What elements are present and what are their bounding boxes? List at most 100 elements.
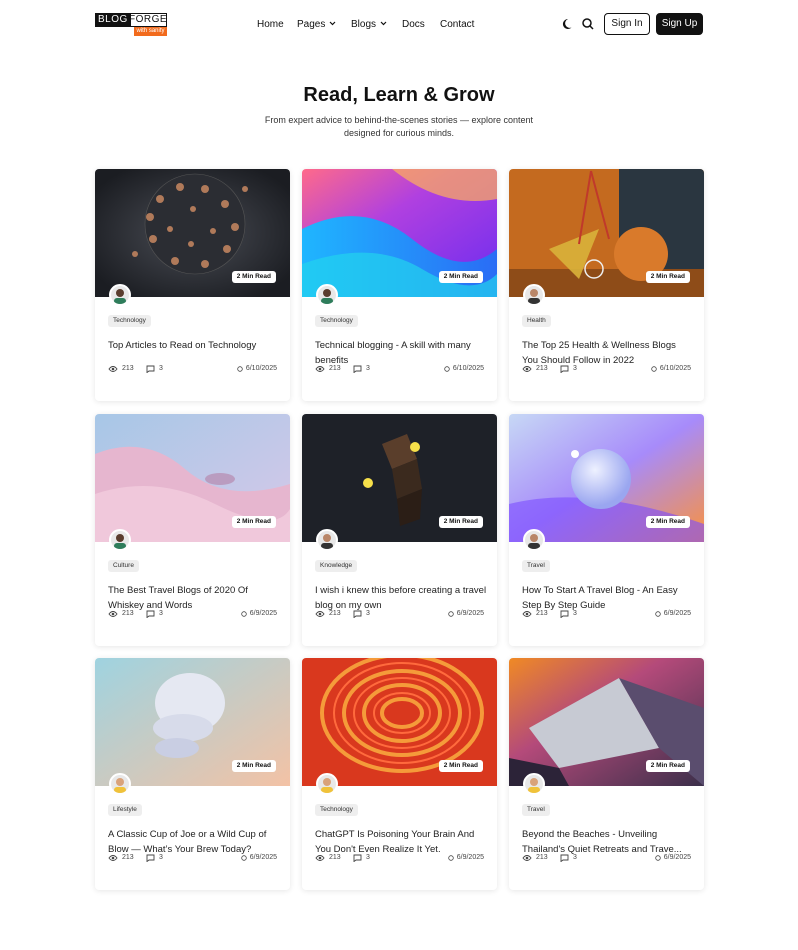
comment-icon: [353, 854, 362, 862]
blog-card[interactable]: 2 Min Read Technology ChatGPT Is Poisoni…: [302, 658, 497, 890]
chevron-down-icon: [329, 18, 336, 32]
clock-icon: [655, 611, 661, 617]
comment-count: 3: [159, 365, 163, 372]
card-meta: 213 3 6/9/2025: [522, 609, 691, 619]
category-tag[interactable]: Travel: [522, 804, 550, 816]
clock-icon: [655, 855, 661, 861]
blog-card[interactable]: 2 Min Read Technology Top Articles to Re…: [95, 169, 290, 401]
comment-icon: [560, 365, 569, 373]
comment-count: 3: [159, 854, 163, 861]
publish-date: 6/9/2025: [456, 854, 484, 861]
read-time-badge: 2 Min Read: [438, 760, 483, 772]
author-avatar: [316, 284, 338, 306]
nav-item-contact[interactable]: Contact: [440, 18, 474, 32]
view-count: 213: [329, 365, 341, 372]
category-tag[interactable]: Technology: [315, 315, 358, 327]
card-meta: 213 3 6/9/2025: [108, 853, 277, 863]
nav-item-label: Contact: [440, 19, 475, 30]
view-count: 213: [122, 365, 134, 372]
clock-icon: [651, 366, 657, 372]
card-meta: 213 3 6/10/2025: [522, 364, 691, 374]
search-icon[interactable]: [581, 17, 595, 31]
read-time-badge: 2 Min Read: [645, 760, 690, 772]
read-time-badge: 2 Min Read: [231, 760, 276, 772]
category-tag[interactable]: Technology: [108, 315, 151, 327]
author-avatar: [109, 529, 131, 551]
eye-icon: [522, 610, 532, 618]
blog-card[interactable]: 2 Min Read Health The Top 25 Health & We…: [509, 169, 704, 401]
nav-item-label: Docs: [402, 19, 425, 30]
view-count: 213: [329, 610, 341, 617]
category-tag[interactable]: Culture: [108, 560, 139, 572]
nav-item-label: Pages: [297, 19, 326, 30]
card-title[interactable]: Top Articles to Read on Technology: [108, 338, 280, 353]
blog-card[interactable]: 2 Min Read Culture The Best Travel Blogs…: [95, 414, 290, 646]
comment-icon: [353, 365, 362, 373]
blog-card[interactable]: 2 Min Read Travel How To Start A Travel …: [509, 414, 704, 646]
comment-icon: [146, 854, 155, 862]
view-count: 213: [329, 854, 341, 861]
publish-date: 6/9/2025: [663, 854, 691, 861]
card-meta: 213 3 6/9/2025: [108, 609, 277, 619]
comment-count: 3: [159, 610, 163, 617]
eye-icon: [522, 854, 532, 862]
category-tag[interactable]: Travel: [522, 560, 550, 572]
eye-icon: [315, 365, 325, 373]
blog-card[interactable]: 2 Min Read Technology Technical blogging…: [302, 169, 497, 401]
card-meta: 213 3 6/9/2025: [522, 853, 691, 863]
author-avatar: [316, 773, 338, 795]
eye-icon: [108, 365, 118, 373]
blog-card[interactable]: 2 Min Read Knowledge I wish i knew this …: [302, 414, 497, 646]
logo[interactable]: BLOG FORGE with sanity: [95, 13, 167, 37]
eye-icon: [108, 854, 118, 862]
category-tag[interactable]: Technology: [315, 804, 358, 816]
nav-item-pages[interactable]: Pages: [297, 18, 336, 32]
category-tag[interactable]: Knowledge: [315, 560, 358, 572]
author-avatar: [316, 529, 338, 551]
card-meta: 213 3 6/9/2025: [315, 609, 484, 619]
clock-icon: [444, 366, 450, 372]
card-meta: 213 3 6/9/2025: [315, 853, 484, 863]
nav-item-label: Home: [257, 19, 284, 30]
comment-count: 3: [366, 365, 370, 372]
page-title: Read, Learn & Grow: [303, 84, 495, 106]
card-meta: 213 3 6/10/2025: [315, 364, 484, 374]
sign-up-button[interactable]: Sign Up: [656, 13, 703, 35]
author-avatar: [523, 529, 545, 551]
category-tag[interactable]: Lifestyle: [108, 804, 142, 816]
view-count: 213: [122, 610, 134, 617]
publish-date: 6/10/2025: [245, 365, 277, 372]
read-time-badge: 2 Min Read: [645, 271, 690, 283]
publish-date: 6/9/2025: [456, 610, 484, 617]
publish-date: 6/9/2025: [663, 610, 691, 617]
sign-in-button[interactable]: Sign In: [604, 13, 650, 35]
eye-icon: [522, 365, 532, 373]
read-time-badge: 2 Min Read: [438, 516, 483, 528]
page-subtitle: From expert advice to behind-the-scenes …: [264, 115, 534, 138]
eye-icon: [108, 610, 118, 618]
comment-count: 3: [573, 365, 577, 372]
publish-date: 6/10/2025: [452, 365, 484, 372]
publish-date: 6/9/2025: [249, 854, 277, 861]
blog-card[interactable]: 2 Min Read Lifestyle A Classic Cup of Jo…: [95, 658, 290, 890]
clock-icon: [241, 855, 247, 861]
blog-card[interactable]: 2 Min Read Travel Beyond the Beaches - U…: [509, 658, 704, 890]
author-avatar: [523, 284, 545, 306]
author-avatar: [523, 773, 545, 795]
comment-count: 3: [366, 610, 370, 617]
moon-icon[interactable]: [562, 17, 576, 31]
author-avatar: [109, 773, 131, 795]
top-navbar: BLOG FORGE with sanity Home Pages Blogs …: [0, 0, 798, 48]
view-count: 213: [536, 854, 548, 861]
clock-icon: [448, 855, 454, 861]
nav-item-blogs[interactable]: Blogs: [351, 18, 387, 32]
category-tag[interactable]: Health: [522, 315, 551, 327]
chevron-down-icon: [380, 18, 387, 32]
read-time-badge: 2 Min Read: [438, 271, 483, 283]
nav-item-docs[interactable]: Docs: [402, 18, 425, 32]
nav-item-home[interactable]: Home: [257, 18, 284, 32]
read-time-badge: 2 Min Read: [645, 516, 690, 528]
author-avatar: [109, 284, 131, 306]
comment-icon: [353, 610, 362, 618]
read-time-badge: 2 Min Read: [231, 516, 276, 528]
